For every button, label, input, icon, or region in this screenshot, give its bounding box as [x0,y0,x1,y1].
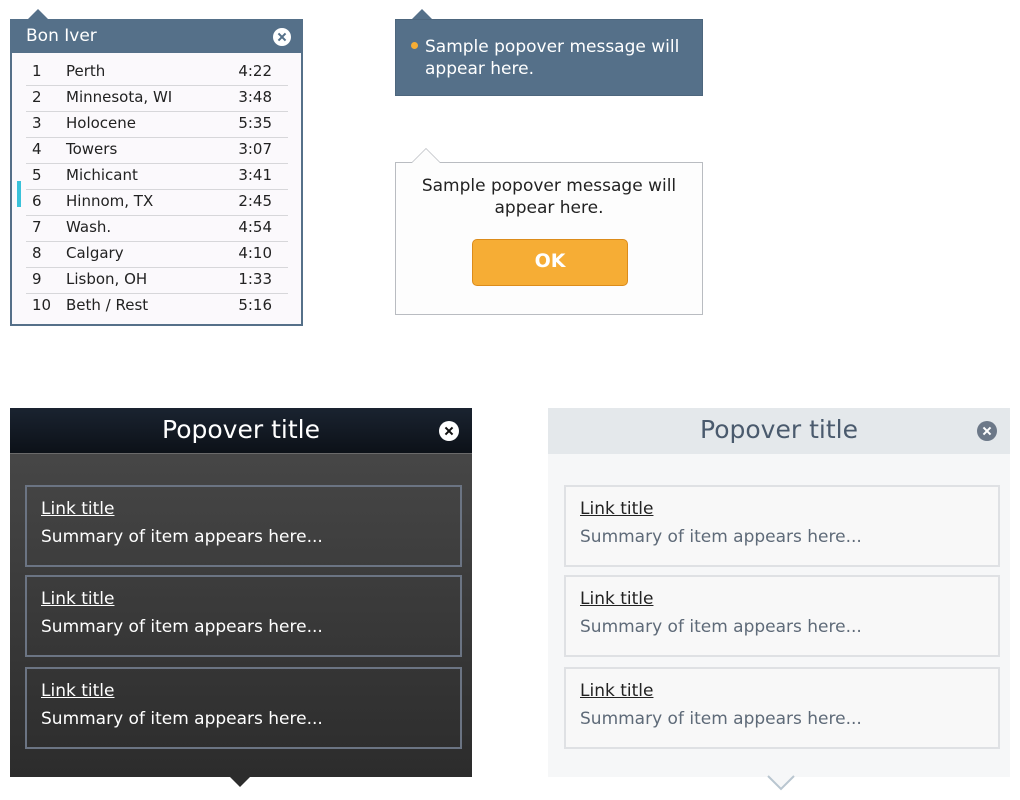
list-item[interactable]: Link title Summary of item appears here.… [564,667,1000,749]
close-icon[interactable] [439,421,459,441]
track-name: Perth [66,62,106,80]
track-row[interactable]: 1 Perth 4:22 [26,59,288,86]
item-link-title[interactable]: Link title [41,499,114,519]
track-row[interactable]: 4 Towers 3:07 [26,137,288,164]
list-item[interactable]: Link title Summary of item appears here.… [564,485,1000,567]
popover-header: Bon Iver [12,21,301,53]
track-number: 2 [32,88,42,106]
track-duration: 4:54 [238,218,272,236]
track-name: Holocene [66,114,137,132]
item-summary: Summary of item appears here... [41,709,323,729]
track-number: 9 [32,270,42,288]
track-number: 6 [32,192,42,210]
track-name: Lisbon, OH [66,270,148,288]
track-duration: 2:45 [238,192,272,210]
popover-title: Bon Iver [26,26,97,46]
track-row[interactable]: 3 Holocene 5:35 [26,111,288,138]
track-name: Hinnom, TX [66,192,154,210]
item-link-title[interactable]: Link title [41,681,114,701]
popover-title: Popover title [700,415,858,444]
track-duration: 3:41 [238,166,272,184]
track-number: 3 [32,114,42,132]
track-row[interactable]: 8 Calgary 4:10 [26,241,288,268]
close-icon[interactable] [977,421,997,441]
popover-message: Sample popover message will appear here. [396,175,702,219]
track-duration: 3:07 [238,140,272,158]
track-row[interactable]: 7 Wash. 4:54 [26,215,288,242]
popover-title: Popover title [162,415,320,444]
track-name: Michicant [66,166,138,184]
track-row[interactable]: 6 Hinnom, TX 2:45 [26,189,288,216]
track-name: Minnesota, WI [66,88,173,106]
list-item[interactable]: Link title Summary of item appears here.… [25,575,462,657]
track-duration: 4:10 [238,244,272,262]
track-name: Towers [66,140,118,158]
track-name: Wash. [66,218,112,236]
track-duration: 1:33 [238,270,272,288]
item-link-title[interactable]: Link title [580,499,653,519]
item-summary: Summary of item appears here... [41,527,323,547]
popover-header: Popover title [548,408,1010,454]
caret-down-icon [230,777,250,787]
message-popover-blue: Sample popover message will appear here. [395,19,703,96]
list-item[interactable]: Link title Summary of item appears here.… [564,575,1000,657]
caret-up-icon [411,148,441,163]
item-link-title[interactable]: Link title [580,681,653,701]
item-link-title[interactable]: Link title [580,589,653,609]
list-popover-dark: Popover title Link title Summary of item… [10,408,472,777]
item-summary: Summary of item appears here... [580,617,862,637]
track-number: 8 [32,244,42,262]
track-row-active[interactable]: 5 Michicant 3:41 [26,163,288,190]
track-duration: 5:16 [238,296,272,314]
track-name: Calgary [66,244,124,262]
item-summary: Summary of item appears here... [580,527,862,547]
close-icon[interactable] [273,28,291,46]
track-row[interactable]: 10 Beth / Rest 5:16 [26,293,288,319]
track-duration: 3:48 [238,88,272,106]
item-summary: Summary of item appears here... [41,617,323,637]
track-number: 5 [32,166,42,184]
active-track-marker [17,181,21,207]
item-link-title[interactable]: Link title [41,589,114,609]
track-duration: 5:35 [238,114,272,132]
popover-message-text: Sample popover message will appear here. [421,176,677,218]
track-row[interactable]: 2 Minnesota, WI 3:48 [26,85,288,112]
track-number: 10 [32,296,52,314]
list-item[interactable]: Link title Summary of item appears here.… [25,667,462,749]
caret-down-icon [767,775,795,791]
track-number: 4 [32,140,42,158]
bullet-dot-icon [411,42,418,49]
list-popover-light: Popover title Link title Summary of item… [548,408,1010,777]
item-summary: Summary of item appears here... [580,709,862,729]
track-number: 7 [32,218,42,236]
track-number: 1 [32,62,42,80]
ok-button[interactable]: OK [472,239,628,286]
popover-header: Popover title [10,408,472,454]
playlist-popover: Bon Iver 1 Perth 4:22 2 Minnesota, WI 3:… [10,19,303,326]
popover-message: Sample popover message will appear here. [425,37,680,79]
list-item[interactable]: Link title Summary of item appears here.… [25,485,462,567]
track-row[interactable]: 9 Lisbon, OH 1:33 [26,267,288,294]
message-popover-white: Sample popover message will appear here.… [395,162,703,315]
track-duration: 4:22 [238,62,272,80]
track-name: Beth / Rest [66,296,149,314]
